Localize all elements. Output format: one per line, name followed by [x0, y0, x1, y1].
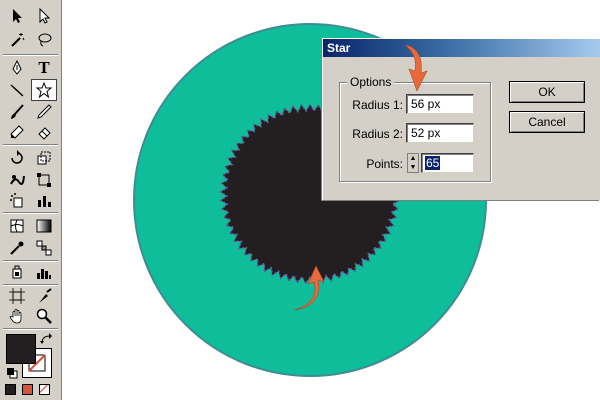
hand-tool[interactable]	[4, 306, 30, 326]
pencil-icon	[37, 104, 52, 119]
symbol-sprayer-icon	[10, 193, 23, 208]
ok-button[interactable]: OK	[509, 81, 585, 103]
arrow-to-radius-icon	[404, 44, 428, 92]
column-graph-tool[interactable]	[31, 190, 57, 210]
default-colors-icon[interactable]	[6, 366, 18, 379]
symbol-sprayer-tool[interactable]	[4, 190, 30, 210]
star-dialog: Star Options Radius 1: Radius 2: Points:…	[322, 38, 600, 200]
radius1-input[interactable]	[407, 95, 473, 113]
warp-tool[interactable]	[4, 170, 30, 190]
eraser-tool[interactable]	[31, 122, 57, 142]
radius2-input[interactable]	[407, 124, 473, 142]
direct-selection-tool[interactable]	[31, 6, 57, 26]
scale-icon	[37, 151, 51, 165]
bar-graph-tool[interactable]	[31, 262, 57, 282]
artboard-tool[interactable]	[4, 286, 30, 306]
fill-color-swatch[interactable]	[6, 334, 36, 364]
line-icon	[10, 84, 24, 97]
none-mode-button[interactable]	[39, 384, 50, 395]
gradient-icon	[36, 219, 52, 233]
radius1-label: Radius 1:	[352, 98, 403, 112]
blend-icon	[36, 240, 52, 256]
blend-tool[interactable]	[31, 238, 57, 258]
paintbrush-tool[interactable]	[4, 102, 30, 122]
white-arrow-icon	[39, 7, 51, 24]
star-icon	[35, 81, 53, 99]
free-transform-tool[interactable]	[31, 170, 57, 190]
swap-colors-icon[interactable]	[40, 332, 54, 344]
lasso-tool[interactable]	[31, 30, 57, 50]
options-group-label: Options	[347, 75, 395, 89]
bar-graph-icon	[37, 269, 51, 279]
rotate-icon	[11, 150, 23, 164]
rotate-tool[interactable]	[4, 148, 30, 168]
radius2-field-wrap	[406, 123, 474, 143]
stepper-down-icon[interactable]: ▼	[408, 163, 418, 172]
free-transform-icon	[37, 173, 51, 187]
eyedropper-tool[interactable]	[4, 238, 30, 258]
lasso-icon	[38, 33, 52, 47]
eyedropper-icon	[10, 241, 24, 255]
pen-nib-icon	[12, 59, 22, 75]
hand-icon	[9, 309, 22, 324]
toolbox-panel: T	[0, 0, 62, 400]
magic-wand-icon	[11, 33, 25, 47]
eraser-icon	[38, 127, 51, 140]
black-arrow-icon	[13, 9, 22, 23]
artboard-icon	[9, 288, 25, 304]
selection-tool[interactable]	[4, 6, 30, 26]
type-tool-glyph: T	[38, 58, 50, 77]
points-input[interactable]: 65	[421, 153, 474, 173]
radius1-field-wrap	[406, 94, 474, 114]
magnifier-icon	[36, 308, 52, 324]
star-tool[interactable]	[31, 79, 57, 101]
zoom-tool[interactable]	[31, 306, 57, 326]
type-tool[interactable]: T	[31, 58, 57, 78]
pen-tool[interactable]	[4, 58, 30, 78]
blob-brush-icon	[10, 125, 24, 139]
pencil-tool[interactable]	[31, 102, 57, 122]
points-value-selected: 65	[425, 156, 441, 170]
slice-tool[interactable]	[31, 286, 57, 306]
cancel-button[interactable]: Cancel	[509, 111, 585, 133]
magic-wand-tool[interactable]	[4, 30, 30, 50]
points-label: Points:	[366, 157, 403, 171]
column-graph-icon	[38, 196, 51, 207]
slice-knife-icon	[39, 288, 52, 303]
scale-tool[interactable]	[31, 148, 57, 168]
dialog-title: Star	[327, 41, 351, 55]
gradient-mode-button[interactable]	[22, 384, 33, 395]
points-stepper[interactable]: ▲ ▼	[407, 153, 419, 173]
line-segment-tool[interactable]	[4, 80, 30, 100]
paintbrush-icon	[11, 104, 24, 119]
stepper-up-icon[interactable]: ▲	[408, 154, 418, 163]
dialog-titlebar[interactable]: Star	[323, 39, 600, 57]
blob-brush-tool[interactable]	[4, 122, 30, 142]
warp-icon	[10, 175, 25, 185]
radius2-label: Radius 2:	[352, 127, 403, 141]
live-paint-bucket-tool[interactable]	[4, 262, 30, 282]
mesh-tool[interactable]	[4, 216, 30, 236]
paint-bucket-icon	[12, 265, 22, 279]
mesh-icon	[10, 219, 24, 233]
gradient-tool[interactable]	[31, 216, 57, 236]
color-mode-button[interactable]	[5, 384, 16, 395]
